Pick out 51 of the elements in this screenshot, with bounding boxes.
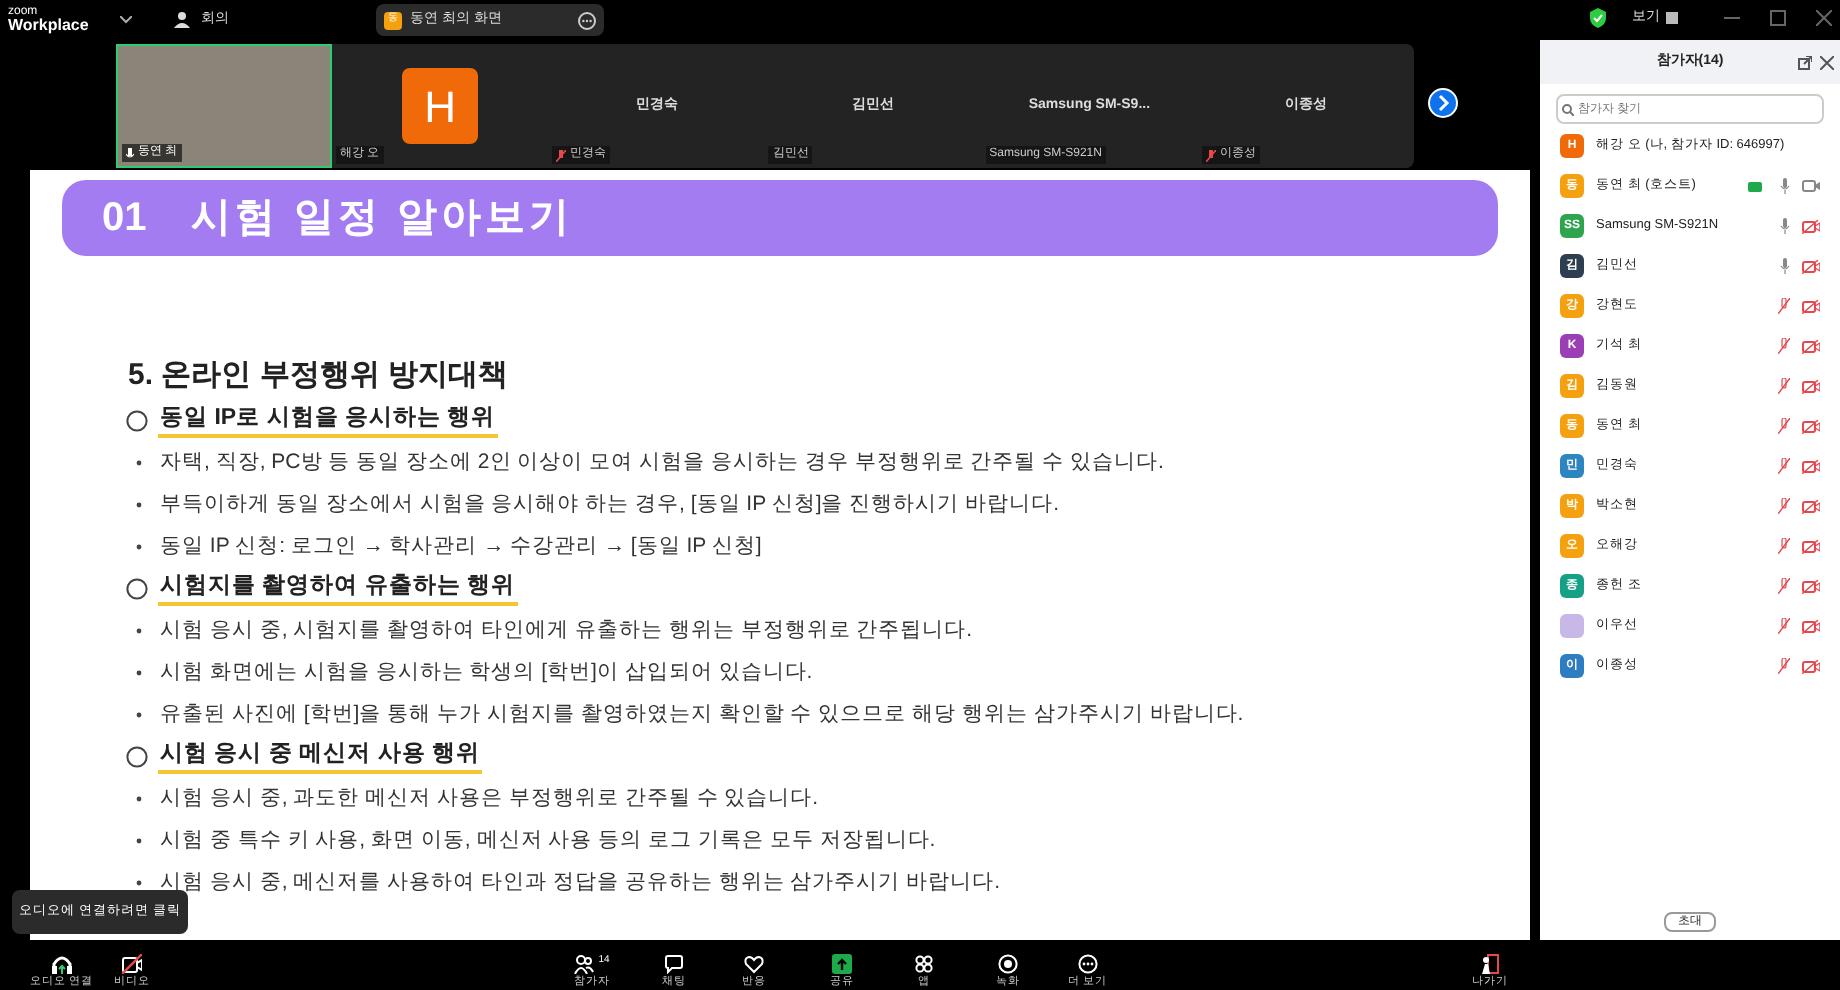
section-title: 시험 응시 중 메신저 사용 행위 [158,740,482,774]
share-icon [832,954,852,974]
banner-number: 01 [102,194,147,244]
circle-icon [126,410,148,432]
popout-icon[interactable] [1798,55,1812,69]
close-icon[interactable] [1816,10,1832,27]
people-icon [574,954,595,974]
grid-icon[interactable] [1666,12,1678,25]
caret-icon[interactable] [120,16,133,24]
bullet-text: 유출된 사진에 [학번]을 통해 누가 시험지를 촬영하였는지 확인할 수 있으므로 해당 행위는 삼가주시기 바랍니다. [160,699,1244,730]
people-icon [172,12,193,28]
bullet-icon [136,838,142,844]
bullet-icon [136,628,142,634]
section-title: 시험지를 촬영하여 유출하는 행위 [158,572,518,606]
bullet-icon [136,712,142,718]
headphones-icon [51,954,72,974]
bullet-icon [136,880,142,886]
bullet-text: 시험 화면에는 시험을 응시하는 학생의 [학번]이 삽입되어 있습니다. [160,657,813,688]
slide-heading: 5. 온라인 부정행위 방지대책 [128,356,511,396]
search-icon [1562,103,1574,115]
door-icon [1480,954,1500,974]
bullet-icon [136,796,142,802]
circle-icon [126,746,148,768]
bullet-icon [136,670,142,676]
maximize-icon[interactable] [1770,10,1786,27]
bullet-text: 시험 응시 중, 과도한 메신저 사용은 부정행위로 간주될 수 있습니다. [160,783,819,814]
heart-icon [744,954,764,974]
muted-mic-icon [1205,149,1216,161]
muted-mic-icon [556,149,567,161]
bullet-icon [136,460,142,466]
bullet-text: 자택, 직장, PC방 등 동일 장소에 2인 이상이 모여 시험을 응시하는 경우 부정행위로 간주될 수 있습니다. [160,447,1164,478]
close-icon[interactable] [1820,55,1834,69]
shield-icon[interactable] [1590,8,1606,29]
logo-text: Workplace [8,18,89,34]
avatar: H [402,68,479,144]
camera-off-icon [122,954,142,974]
record-icon [998,954,1018,974]
more-icon [1077,954,1098,974]
bullet-text: 시험 중 특수 키 사용, 화면 이동, 메신저 사용 등의 로그 기록은 모두 저장됩니다. [160,825,936,856]
bullet-text: 시험 응시 중, 시험지를 촬영하여 타인에게 유출하는 행위는 부정행위로 간주됩니다. [160,615,973,646]
bullet-text: 부득이하게 동일 장소에서 시험을 응시해야 하는 경우, [동일 IP 신청]을 진행하시기 바랍니다. [160,489,1059,520]
banner-title: 시험 일정 알아보기 [190,194,573,244]
bullet-text: 동일 IP 신청: 로그인 → 학사관리 → 수강관리 → [동일 IP 신청] [160,531,762,562]
circle-icon [126,578,148,600]
bullet-icon [136,502,142,508]
apps-icon [914,954,934,974]
bullet-icon [136,544,142,550]
chat-icon [664,954,684,974]
next-icon[interactable] [1428,88,1458,118]
more-icon[interactable] [578,11,596,29]
section-title: 동일 IP로 시험을 응시하는 행위 [158,404,498,438]
